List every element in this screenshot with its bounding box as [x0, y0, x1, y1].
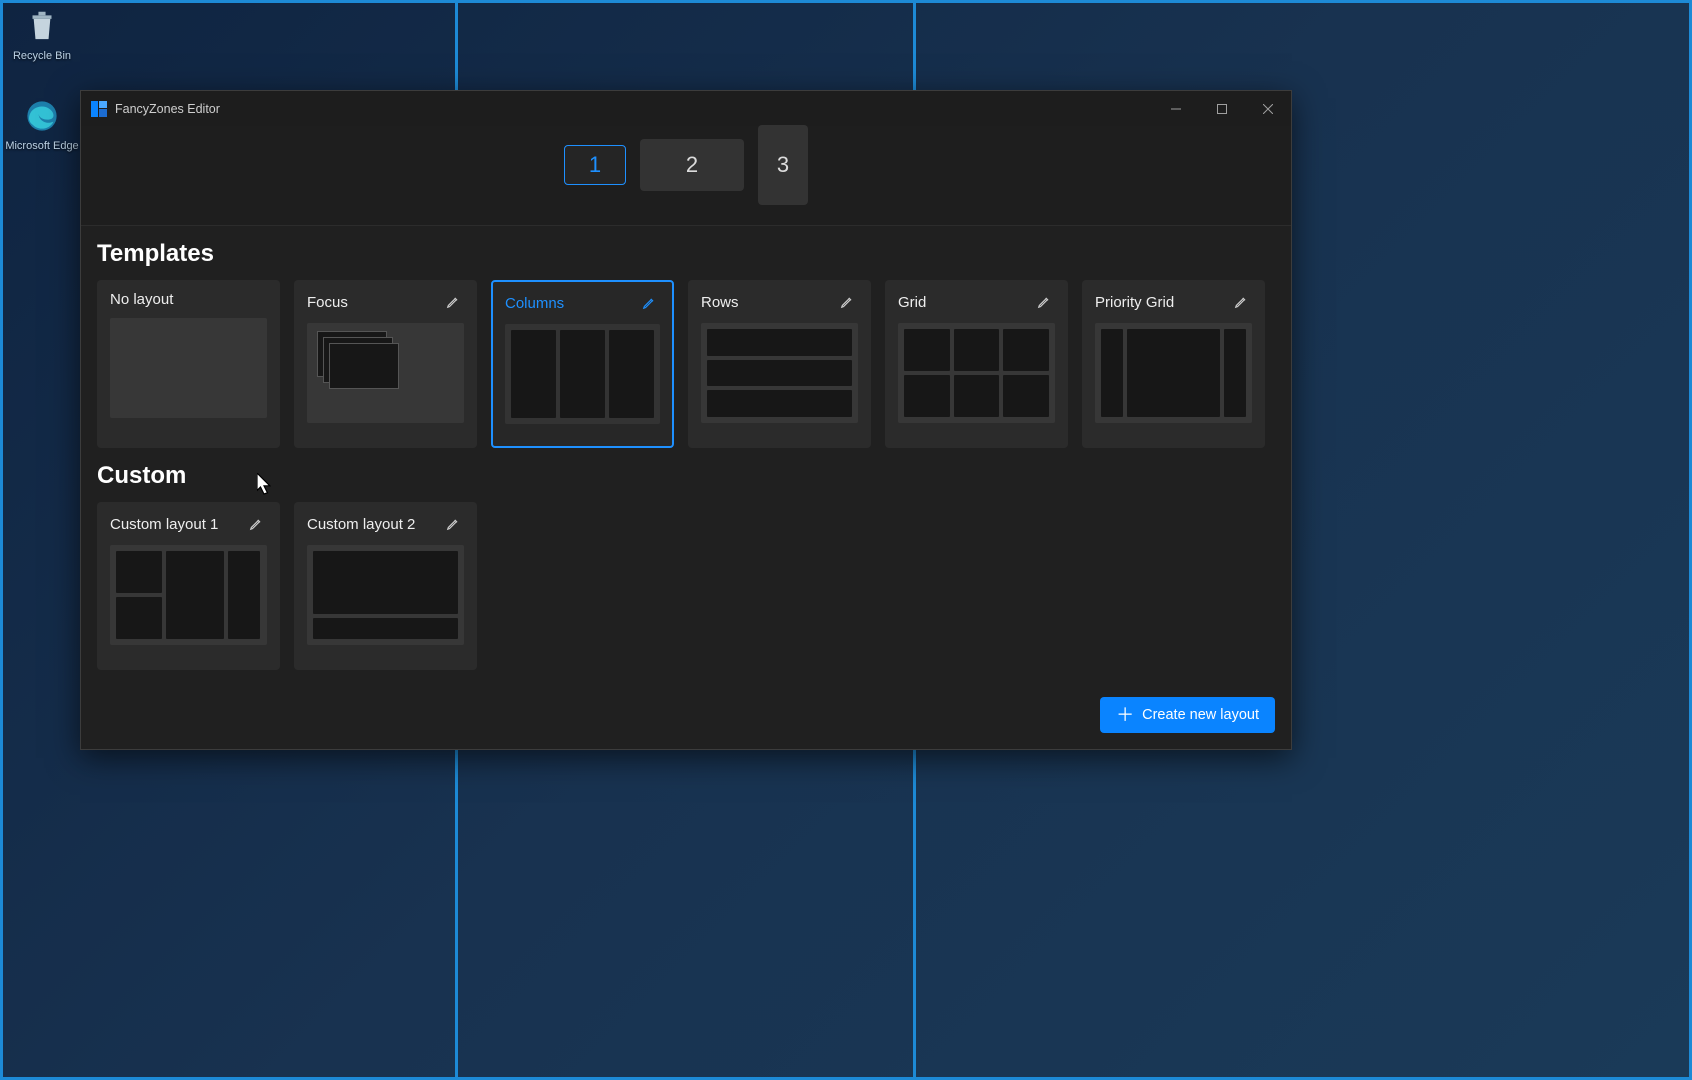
- custom-layout-preview-2: [307, 545, 464, 645]
- templates-heading: Templates: [97, 240, 1275, 268]
- desktop-icon-label: Microsoft Edge: [4, 140, 80, 152]
- create-new-layout-button[interactable]: ＋ Create new layout: [1100, 697, 1275, 733]
- zone-guide-left: [0, 0, 3, 1080]
- monitor-button-2[interactable]: 2: [640, 139, 744, 191]
- template-title: Columns: [505, 295, 564, 312]
- monitor-label: 2: [686, 152, 698, 178]
- maximize-button[interactable]: [1199, 91, 1245, 126]
- template-preview-grid: [898, 323, 1055, 423]
- template-title: Grid: [898, 294, 926, 311]
- edit-template-button[interactable]: [1033, 291, 1055, 313]
- template-preview-no-layout: [110, 318, 267, 418]
- edit-custom-layout-button[interactable]: [442, 513, 464, 535]
- edit-template-button[interactable]: [836, 291, 858, 313]
- edge-icon: [20, 96, 64, 136]
- template-card-focus[interactable]: Focus: [294, 280, 477, 448]
- custom-layout-card-2[interactable]: Custom layout 2: [294, 502, 477, 670]
- template-card-no-layout[interactable]: No layout: [97, 280, 280, 448]
- template-card-rows[interactable]: Rows: [688, 280, 871, 448]
- template-preview-columns: [505, 324, 660, 424]
- desktop-icon-label: Recycle Bin: [4, 50, 80, 62]
- monitor-selector: 1 2 3: [81, 126, 1291, 226]
- template-preview-rows: [701, 323, 858, 423]
- template-card-columns[interactable]: Columns: [491, 280, 674, 448]
- window-title: FancyZones Editor: [115, 102, 220, 116]
- template-preview-priority: [1095, 323, 1252, 423]
- titlebar[interactable]: FancyZones Editor: [81, 91, 1291, 126]
- edit-template-button[interactable]: [638, 292, 660, 314]
- desktop-icon-edge[interactable]: Microsoft Edge: [4, 96, 80, 152]
- template-card-priority-grid[interactable]: Priority Grid: [1082, 280, 1265, 448]
- app-icon: [91, 101, 107, 117]
- template-preview-focus: [307, 323, 464, 423]
- template-title: Focus: [307, 294, 348, 311]
- close-button[interactable]: [1245, 91, 1291, 126]
- minimize-button[interactable]: [1153, 91, 1199, 126]
- custom-layout-preview-1: [110, 545, 267, 645]
- create-button-label: Create new layout: [1142, 707, 1259, 723]
- fancyzones-editor-window: FancyZones Editor 1 2 3 Templates: [80, 90, 1292, 750]
- template-title: No layout: [110, 291, 173, 308]
- custom-heading: Custom: [97, 462, 1275, 490]
- templates-grid: No layout Focus Columns: [97, 280, 1275, 448]
- edit-template-button[interactable]: [442, 291, 464, 313]
- custom-layouts-grid: Custom layout 1 Custom layout 2: [97, 502, 1275, 670]
- plus-icon: ＋: [1116, 706, 1134, 724]
- desktop-icon-recycle-bin[interactable]: Recycle Bin: [4, 6, 80, 62]
- custom-layout-card-1[interactable]: Custom layout 1: [97, 502, 280, 670]
- monitor-button-1[interactable]: 1: [564, 145, 626, 185]
- template-card-grid[interactable]: Grid: [885, 280, 1068, 448]
- monitor-button-3[interactable]: 3: [758, 125, 808, 205]
- monitor-label: 1: [589, 152, 601, 178]
- monitor-label: 3: [777, 152, 789, 178]
- template-title: Rows: [701, 294, 739, 311]
- custom-layout-title: Custom layout 1: [110, 516, 218, 533]
- recycle-bin-icon: [20, 6, 64, 46]
- edit-template-button[interactable]: [1230, 291, 1252, 313]
- zone-guide-top: [0, 0, 1692, 3]
- custom-layout-title: Custom layout 2: [307, 516, 415, 533]
- edit-custom-layout-button[interactable]: [245, 513, 267, 535]
- template-title: Priority Grid: [1095, 294, 1174, 311]
- editor-content: Templates No layout Focus: [81, 226, 1291, 749]
